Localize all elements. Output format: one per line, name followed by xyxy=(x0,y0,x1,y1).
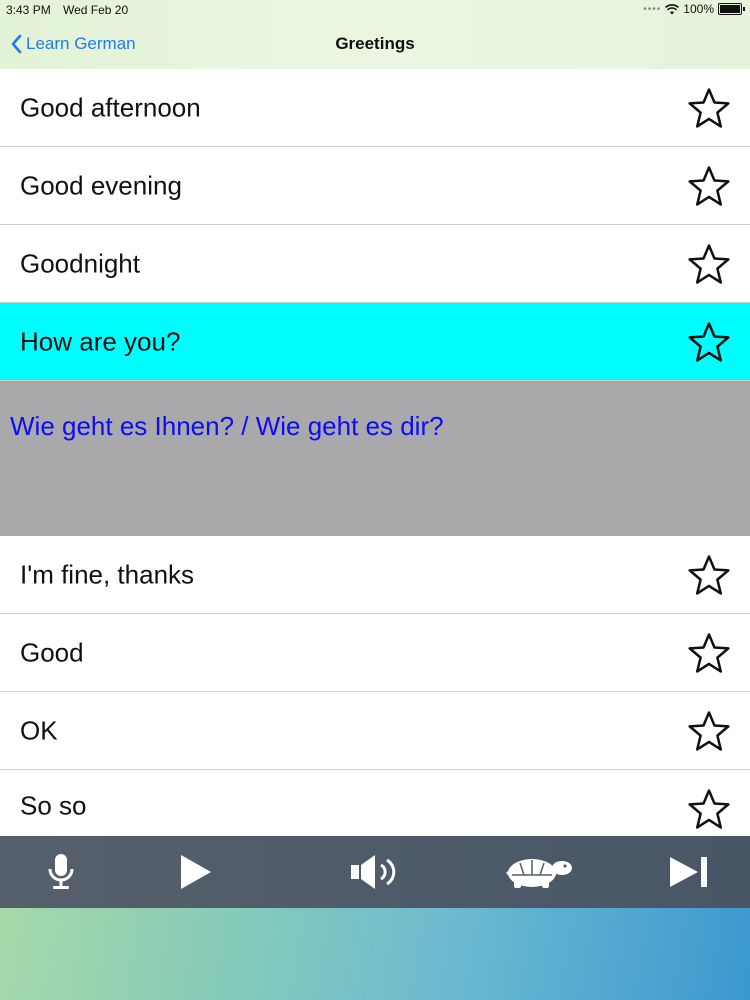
phrase-list: Good afternoon Good evening Goodnight Ho… xyxy=(0,69,750,837)
star-icon[interactable] xyxy=(688,632,730,674)
translation-text: Wie geht es Ihnen? / Wie geht es dir? xyxy=(10,411,444,441)
translation-panel: Wie geht es Ihnen? / Wie geht es dir? xyxy=(0,381,750,536)
status-right: •••• 100% xyxy=(643,2,745,16)
skip-forward-icon xyxy=(670,857,707,887)
phrase-label: OK xyxy=(20,715,58,745)
top-bar: 3:43 PM Wed Feb 20 •••• 100% Learn Germa… xyxy=(0,0,750,70)
status-bar: 3:43 PM Wed Feb 20 •••• 100% xyxy=(0,0,750,20)
phrase-row[interactable]: Goodnight xyxy=(0,225,750,303)
star-icon[interactable] xyxy=(688,321,730,363)
speaker-icon xyxy=(351,855,396,889)
phrase-label: Good xyxy=(20,637,84,667)
wifi-icon xyxy=(665,3,680,14)
star-icon[interactable] xyxy=(688,788,730,830)
star-icon[interactable] xyxy=(688,710,730,752)
playback-toolbar xyxy=(0,836,750,908)
phrase-label: I'm fine, thanks xyxy=(20,559,195,589)
page-title: Greetings xyxy=(335,34,415,53)
battery-icon xyxy=(718,3,745,15)
phrase-row[interactable]: I'm fine, thanks xyxy=(0,536,750,614)
play-button[interactable] xyxy=(166,850,226,894)
phrase-label: Good evening xyxy=(20,170,182,200)
slow-speed-button[interactable] xyxy=(500,850,576,894)
star-icon[interactable] xyxy=(688,243,730,285)
phrase-row[interactable]: OK xyxy=(0,692,750,770)
star-icon[interactable] xyxy=(688,165,730,207)
status-time: 3:43 PM xyxy=(6,3,51,17)
phrase-row[interactable]: Good evening xyxy=(0,147,750,225)
phrase-row[interactable]: So so xyxy=(0,770,750,837)
play-icon xyxy=(181,855,211,889)
speaker-button[interactable] xyxy=(346,850,406,894)
microphone-icon xyxy=(48,854,74,889)
status-date: Wed Feb 20 xyxy=(63,3,129,17)
skip-forward-button[interactable] xyxy=(660,850,720,894)
battery-percent: 100% xyxy=(683,2,714,16)
signal-icon: •••• xyxy=(643,3,662,15)
phrase-row[interactable]: Good afternoon xyxy=(0,69,750,147)
star-icon[interactable] xyxy=(688,87,730,129)
phrase-row[interactable]: Good xyxy=(0,614,750,692)
turtle-icon xyxy=(506,859,572,888)
phrase-label: So so xyxy=(20,790,87,821)
phrase-label: Goodnight xyxy=(20,248,140,278)
phrase-label: How are you? xyxy=(20,326,181,356)
background-gradient xyxy=(0,908,750,1000)
phrase-row-selected[interactable]: How are you? xyxy=(0,303,750,381)
microphone-button[interactable] xyxy=(31,850,91,894)
star-icon[interactable] xyxy=(688,554,730,596)
phrase-label: Good afternoon xyxy=(20,92,201,122)
